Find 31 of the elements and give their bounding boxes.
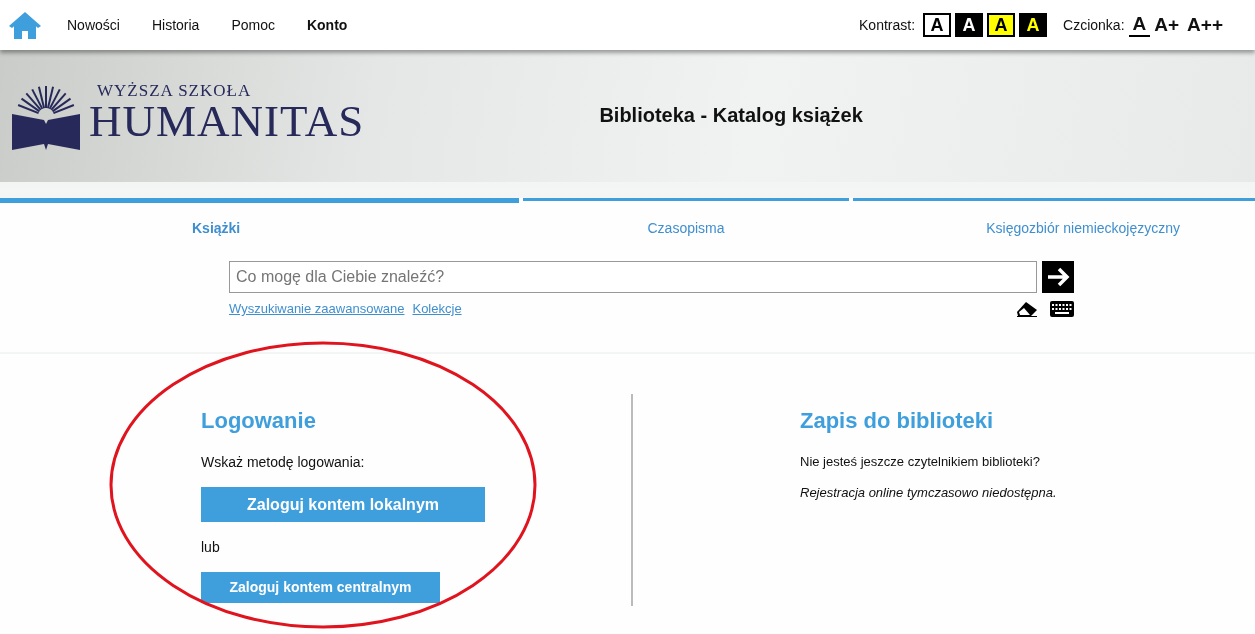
- search-field[interactable]: Co mogę dla Ciebie znaleźć?: [229, 261, 1037, 293]
- search-link[interactable]: Kolekcje: [412, 299, 462, 319]
- search-button[interactable]: [1042, 261, 1074, 293]
- tab[interactable]: Czasopisma: [522, 198, 850, 239]
- nav-link-item[interactable]: Pomoc: [231, 14, 275, 36]
- section-heading: Zapis do biblioteki: [800, 408, 994, 435]
- home-icon[interactable]: [7, 10, 43, 40]
- logo-text: WYŻSZA SZKOŁA: [97, 82, 253, 99]
- nav-link-item[interactable]: Historia: [151, 14, 200, 36]
- question-text: Nie jesteś jeszcze czytelnikiem biblioteki?: [800, 453, 1040, 472]
- font-size-label: Czcionka:: [1063, 15, 1125, 35]
- font-size-option[interactable]: A++: [1183, 14, 1227, 36]
- section-heading: Logowanie: [201, 408, 316, 435]
- contrast-option[interactable]: A: [923, 13, 952, 37]
- contrast-option[interactable]: A: [1019, 13, 1048, 37]
- tab[interactable]: Księgozbiór niemieckojęzyczny: [853, 198, 1255, 239]
- font-size-option[interactable]: A: [1128, 13, 1151, 37]
- separator-text: lub: [201, 538, 220, 558]
- note-text: Rejestracja online tymczasowo niedostępna.: [800, 483, 1057, 502]
- font-size-option[interactable]: A+: [1150, 14, 1184, 36]
- contrast-label: Kontrast:: [859, 15, 916, 35]
- prompt-text: Wskaż metodę logowania:: [201, 453, 365, 473]
- search-link[interactable]: Wyszukiwanie zaawansowane: [229, 299, 405, 319]
- contrast-option[interactable]: A: [987, 13, 1016, 37]
- keyboard-icon[interactable]: [1050, 300, 1074, 317]
- eraser-icon[interactable]: [1016, 300, 1038, 317]
- contrast-option[interactable]: A: [955, 13, 984, 37]
- page-title: Biblioteka - Katalog książek: [599, 103, 863, 128]
- nav-link-item[interactable]: Konto: [306, 14, 348, 36]
- nav-link-item[interactable]: Nowości: [67, 14, 120, 36]
- logo-text: HUMANITAS: [89, 99, 365, 144]
